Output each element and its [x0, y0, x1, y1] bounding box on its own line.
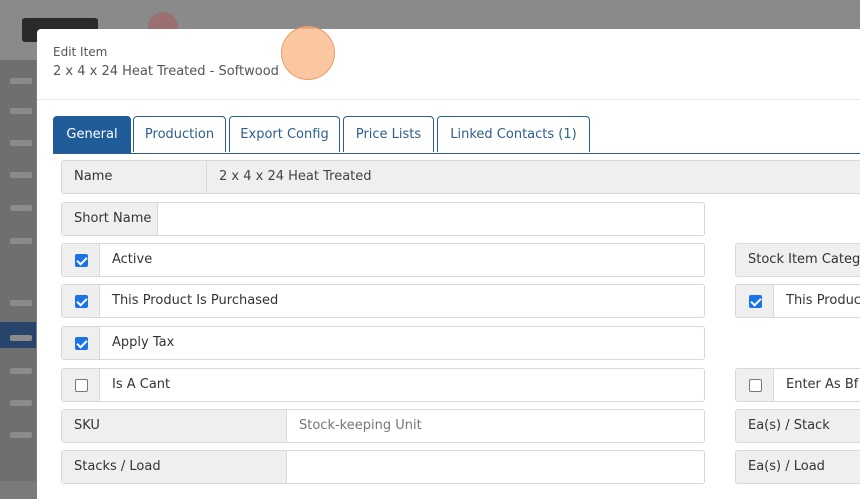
stacks-load-input[interactable] [287, 451, 299, 483]
tab-linked-contacts[interactable]: Linked Contacts (1) [437, 116, 590, 152]
enter-as-bf-checkbox[interactable] [749, 379, 762, 392]
ea-stack-label: Ea(s) / Stack [736, 410, 860, 442]
stacks-load-label: Stacks / Load [62, 451, 287, 483]
modal-title: 2 x 4 x 24 Heat Treated - Softwood [53, 64, 279, 79]
background-sidebar-item [10, 78, 32, 84]
background-sidebar-item [10, 335, 32, 341]
edit-item-modal: Edit Item 2 x 4 x 24 Heat Treated - Soft… [37, 26, 860, 499]
sku-input[interactable]: Stock-keeping Unit [287, 410, 422, 442]
background-sidebar-item [10, 400, 32, 406]
modal-eyebrow: Edit Item [53, 45, 108, 59]
apply-tax-checkbox-cell [62, 327, 100, 359]
background-sidebar-item [10, 205, 32, 211]
purchased-checkbox-cell [62, 285, 100, 317]
enter-as-bf-label: Enter As Bf [786, 377, 859, 392]
tab-bar: General Production Export Config Price L… [53, 116, 860, 154]
active-checkbox-cell [62, 244, 100, 276]
sku-field[interactable]: SKU Stock-keeping Unit [61, 409, 705, 443]
background-sidebar-item [10, 140, 32, 146]
purchased-label: This Product Is Purchased [112, 293, 279, 308]
purchased-field[interactable]: This Product Is Purchased [61, 284, 705, 318]
apply-tax-field[interactable]: Apply Tax [61, 326, 705, 360]
stock-item-category-field[interactable]: Stock Item Categor [735, 243, 860, 277]
name-field[interactable]: Name 2 x 4 x 24 Heat Treated [61, 160, 860, 194]
apply-tax-label: Apply Tax [112, 335, 175, 350]
background-sidebar-item [10, 368, 32, 374]
enter-as-bf-field[interactable]: Enter As Bf [735, 368, 860, 402]
short-name-label: Short Name [62, 203, 158, 235]
background-sidebar-item [10, 238, 32, 244]
active-checkbox[interactable] [75, 254, 88, 267]
name-value[interactable]: 2 x 4 x 24 Heat Treated [207, 161, 372, 193]
is-a-cant-label: Is A Cant [112, 377, 171, 392]
background-sidebar-item [10, 172, 32, 178]
name-label: Name [62, 161, 207, 193]
background-sidebar-item [10, 108, 32, 114]
background-sidebar-item [10, 432, 32, 438]
tab-price-lists[interactable]: Price Lists [343, 116, 434, 152]
enter-as-bf-checkbox-cell [736, 369, 774, 401]
ea-load-label: Ea(s) / Load [736, 451, 860, 483]
purchased-checkbox[interactable] [75, 295, 88, 308]
apply-tax-checkbox[interactable] [75, 337, 88, 350]
stock-item-category-label: Stock Item Categor [736, 244, 860, 276]
this-product-checkbox-cell [736, 285, 774, 317]
is-a-cant-checkbox[interactable] [75, 379, 88, 392]
tab-general[interactable]: General [53, 116, 131, 153]
sku-label: SKU [62, 410, 287, 442]
short-name-input[interactable] [158, 203, 170, 235]
this-product-checkbox[interactable] [749, 295, 762, 308]
short-name-field[interactable]: Short Name [61, 202, 705, 236]
this-product-field[interactable]: This Product [735, 284, 860, 318]
tab-export-config[interactable]: Export Config [229, 116, 340, 152]
cursor-indicator [281, 26, 335, 80]
active-label: Active [112, 252, 153, 267]
background-sidebar-item [10, 300, 32, 306]
is-a-cant-checkbox-cell [62, 369, 100, 401]
this-product-label: This Product [786, 293, 860, 308]
active-field[interactable]: Active [61, 243, 705, 277]
background-sidebar [0, 60, 36, 481]
stacks-load-field[interactable]: Stacks / Load [61, 450, 705, 484]
is-a-cant-field[interactable]: Is A Cant [61, 368, 705, 402]
tab-production[interactable]: Production [133, 116, 226, 152]
ea-stack-field[interactable]: Ea(s) / Stack [735, 409, 860, 443]
ea-load-field[interactable]: Ea(s) / Load [735, 450, 860, 484]
modal-header: Edit Item 2 x 4 x 24 Heat Treated - Soft… [37, 26, 860, 100]
